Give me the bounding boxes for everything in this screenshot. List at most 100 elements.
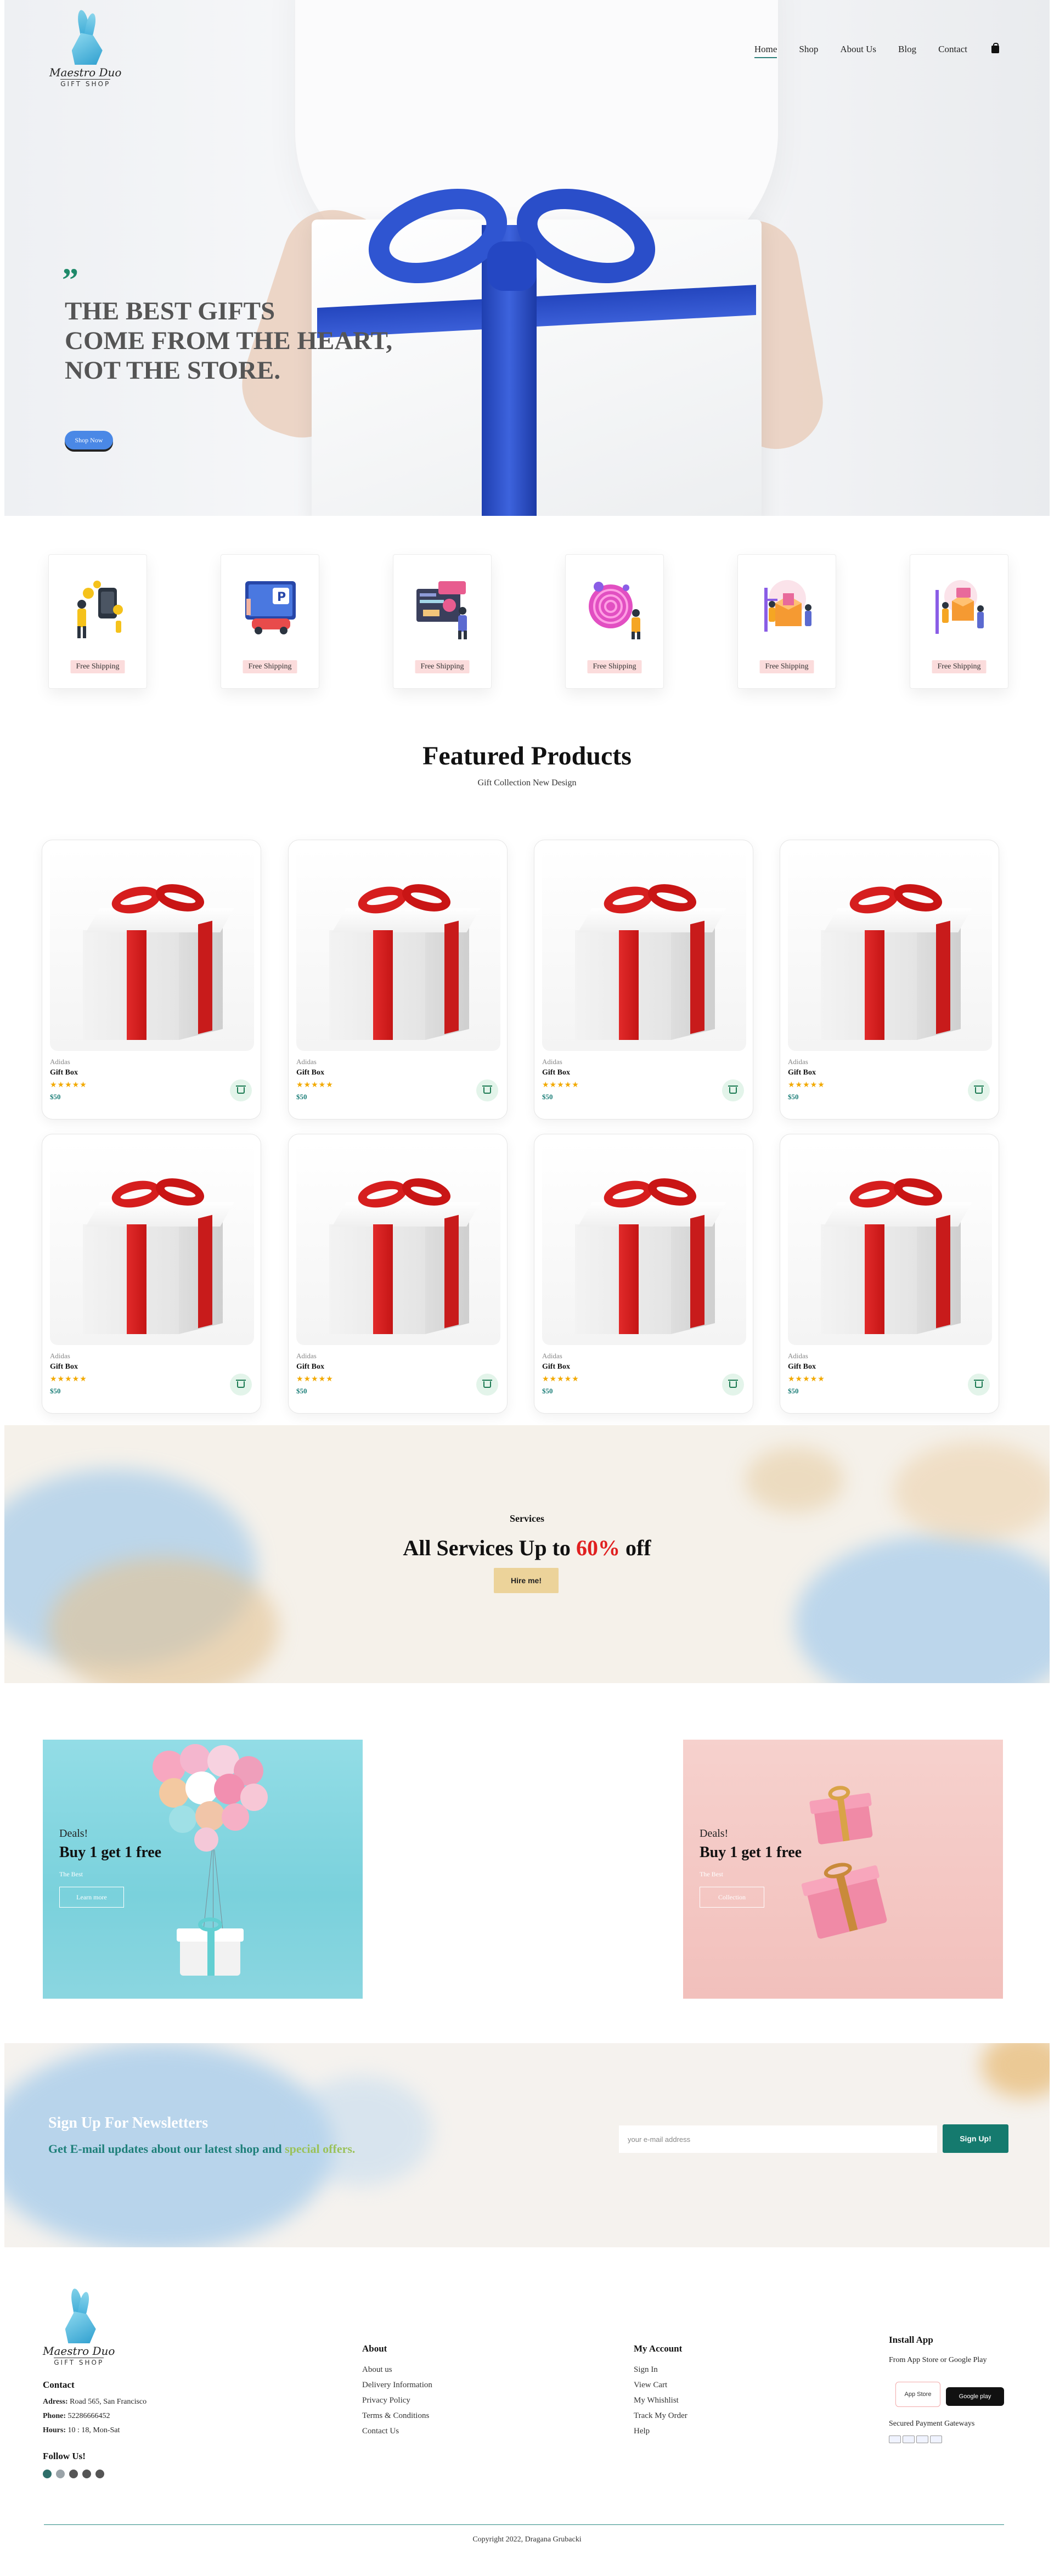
footer-contact: Contact Adress: Road 565, San Francisco …	[43, 2380, 218, 2478]
product-image[interactable]	[542, 1142, 746, 1345]
feature-tile[interactable]: Free Shipping	[48, 554, 147, 689]
deal-title: Buy 1 get 1 free	[59, 1844, 162, 1861]
gift-box-icon	[83, 879, 234, 1040]
dashboard-illustration-icon	[416, 581, 467, 639]
collection-button[interactable]: Collection	[700, 1887, 764, 1908]
shop-now-button[interactable]: Shop Now	[65, 431, 113, 449]
deal-title: Buy 1 get 1 free	[700, 1844, 802, 1861]
footer-link-view-cart[interactable]: View Cart	[634, 2377, 798, 2393]
twitter-icon[interactable]	[56, 2470, 65, 2478]
add-to-cart-button[interactable]	[476, 1079, 498, 1101]
product-brand: Adidas	[542, 1058, 562, 1066]
footer-link-wishlist[interactable]: My Whishlist	[634, 2393, 798, 2408]
bunny-logo-icon	[66, 9, 105, 65]
feature-label: Free Shipping	[932, 660, 987, 673]
product-card[interactable]: Adidas Gift Box ★★★★★ $50	[288, 1134, 508, 1414]
footer-app: Install App From App Store or Google Pla…	[889, 2335, 1032, 2444]
product-name[interactable]: Gift Box	[296, 1363, 324, 1371]
social-links	[43, 2470, 218, 2478]
product-card[interactable]: Adidas Gift Box ★★★★★ $50	[780, 1134, 999, 1414]
product-name[interactable]: Gift Box	[788, 1363, 816, 1371]
facebook-icon[interactable]	[43, 2470, 52, 2478]
footer-link-track-order[interactable]: Track My Order	[634, 2408, 798, 2423]
product-image[interactable]	[788, 1142, 992, 1345]
hire-me-button[interactable]: Hire me!	[494, 1568, 559, 1593]
youtube-icon[interactable]	[82, 2470, 91, 2478]
product-card[interactable]: Adidas Gift Box ★★★★★ $50	[534, 1134, 753, 1414]
product-card[interactable]: Adidas Gift Box ★★★★★ $50	[42, 1134, 261, 1414]
app-store-badge[interactable]: App Store	[895, 2382, 940, 2407]
product-brand: Adidas	[296, 1058, 317, 1066]
add-to-cart-button[interactable]	[722, 1079, 744, 1101]
instagram-icon[interactable]	[69, 2470, 78, 2478]
product-image[interactable]	[542, 848, 746, 1051]
feature-label: Free Shipping	[759, 660, 814, 673]
product-card[interactable]: Adidas Gift Box ★★★★★ $50	[42, 840, 261, 1120]
sign-up-button[interactable]: Sign Up!	[943, 2124, 1008, 2153]
footer-link-contact[interactable]: Contact Us	[362, 2423, 527, 2439]
footer-link-delivery[interactable]: Delivery Information	[362, 2377, 527, 2393]
services-label: Services	[510, 1513, 544, 1524]
nav-about-us[interactable]: About Us	[840, 44, 876, 55]
gift-box-icon	[575, 1173, 726, 1334]
pinterest-icon[interactable]	[95, 2470, 104, 2478]
cart-icon	[728, 1380, 738, 1388]
add-to-cart-button[interactable]	[230, 1374, 252, 1396]
add-to-cart-button[interactable]	[968, 1079, 990, 1101]
header-logo[interactable]: Maestro Duo GIFT SHOP	[49, 9, 121, 88]
hero-title-line: THE BEST GIFTS	[65, 297, 275, 325]
footer-link-sign-in[interactable]: Sign In	[634, 2362, 798, 2377]
product-name[interactable]: Gift Box	[542, 1363, 570, 1371]
footer-link-terms[interactable]: Terms & Conditions	[362, 2408, 527, 2423]
product-card[interactable]: Adidas Gift Box ★★★★★ $50	[780, 840, 999, 1120]
add-to-cart-button[interactable]	[722, 1374, 744, 1396]
nav-contact[interactable]: Contact	[938, 44, 967, 55]
feature-tile[interactable]: Free Shipping	[910, 554, 1008, 689]
cart-icon	[482, 1085, 492, 1094]
featured-title: Featured Products	[422, 741, 632, 770]
nav-shop[interactable]: Shop	[799, 44, 818, 55]
footer-about: About About us Delivery Information Priv…	[362, 2343, 527, 2439]
deal-label: Deals!	[59, 1827, 88, 1840]
product-price: $50	[788, 1387, 799, 1395]
feature-tile[interactable]: P Free Shipping	[221, 554, 319, 689]
product-image[interactable]	[50, 848, 254, 1051]
product-name[interactable]: Gift Box	[542, 1068, 570, 1077]
email-input[interactable]	[619, 2125, 937, 2153]
footer-logo[interactable]: Maestro Duo GIFT SHOP	[43, 2287, 115, 2366]
add-to-cart-button[interactable]	[230, 1079, 252, 1101]
product-brand: Adidas	[50, 1352, 70, 1360]
feature-tile[interactable]: Free Shipping	[737, 554, 836, 689]
feature-tile[interactable]: Free Shipping	[393, 554, 492, 689]
product-card[interactable]: Adidas Gift Box ★★★★★ $50	[534, 840, 753, 1120]
nav-home[interactable]: Home	[754, 44, 777, 58]
product-name[interactable]: Gift Box	[50, 1068, 78, 1077]
google-play-badge[interactable]: Google play	[946, 2387, 1004, 2406]
deal-card-gifts: Deals! Buy 1 get 1 free The Best Collect…	[683, 1740, 1003, 1999]
product-card[interactable]: Adidas Gift Box ★★★★★ $50	[288, 840, 508, 1120]
product-image[interactable]	[296, 848, 500, 1051]
nav-blog[interactable]: Blog	[898, 44, 916, 55]
product-image[interactable]	[788, 848, 992, 1051]
footer-link-help[interactable]: Help	[634, 2423, 798, 2439]
product-brand: Adidas	[50, 1058, 70, 1066]
product-image[interactable]	[296, 1142, 500, 1345]
footer-link-privacy[interactable]: Privacy Policy	[362, 2393, 527, 2408]
product-name[interactable]: Gift Box	[50, 1363, 78, 1371]
product-image[interactable]	[50, 1142, 254, 1345]
learn-more-button[interactable]: Learn more	[59, 1887, 124, 1908]
gift-box-icon	[801, 1858, 888, 1939]
hours-label: Hours:	[43, 2426, 66, 2434]
about-heading: About	[362, 2343, 387, 2354]
footer-link-about-us[interactable]: About us	[362, 2362, 527, 2377]
feature-tile[interactable]: Free Shipping	[565, 554, 664, 689]
site-footer: Maestro Duo GIFT SHOP Contact Adress: Ro…	[0, 2277, 1054, 2576]
logo-subtitle: GIFT SHOP	[60, 79, 111, 88]
product-name[interactable]: Gift Box	[296, 1068, 324, 1077]
add-to-cart-button[interactable]	[968, 1374, 990, 1396]
add-to-cart-button[interactable]	[476, 1374, 498, 1396]
footer-divider	[44, 2524, 1004, 2525]
product-name[interactable]: Gift Box	[788, 1068, 816, 1077]
shopping-bag-icon[interactable]	[991, 43, 999, 53]
deal-subtitle: The Best	[59, 1870, 83, 1878]
